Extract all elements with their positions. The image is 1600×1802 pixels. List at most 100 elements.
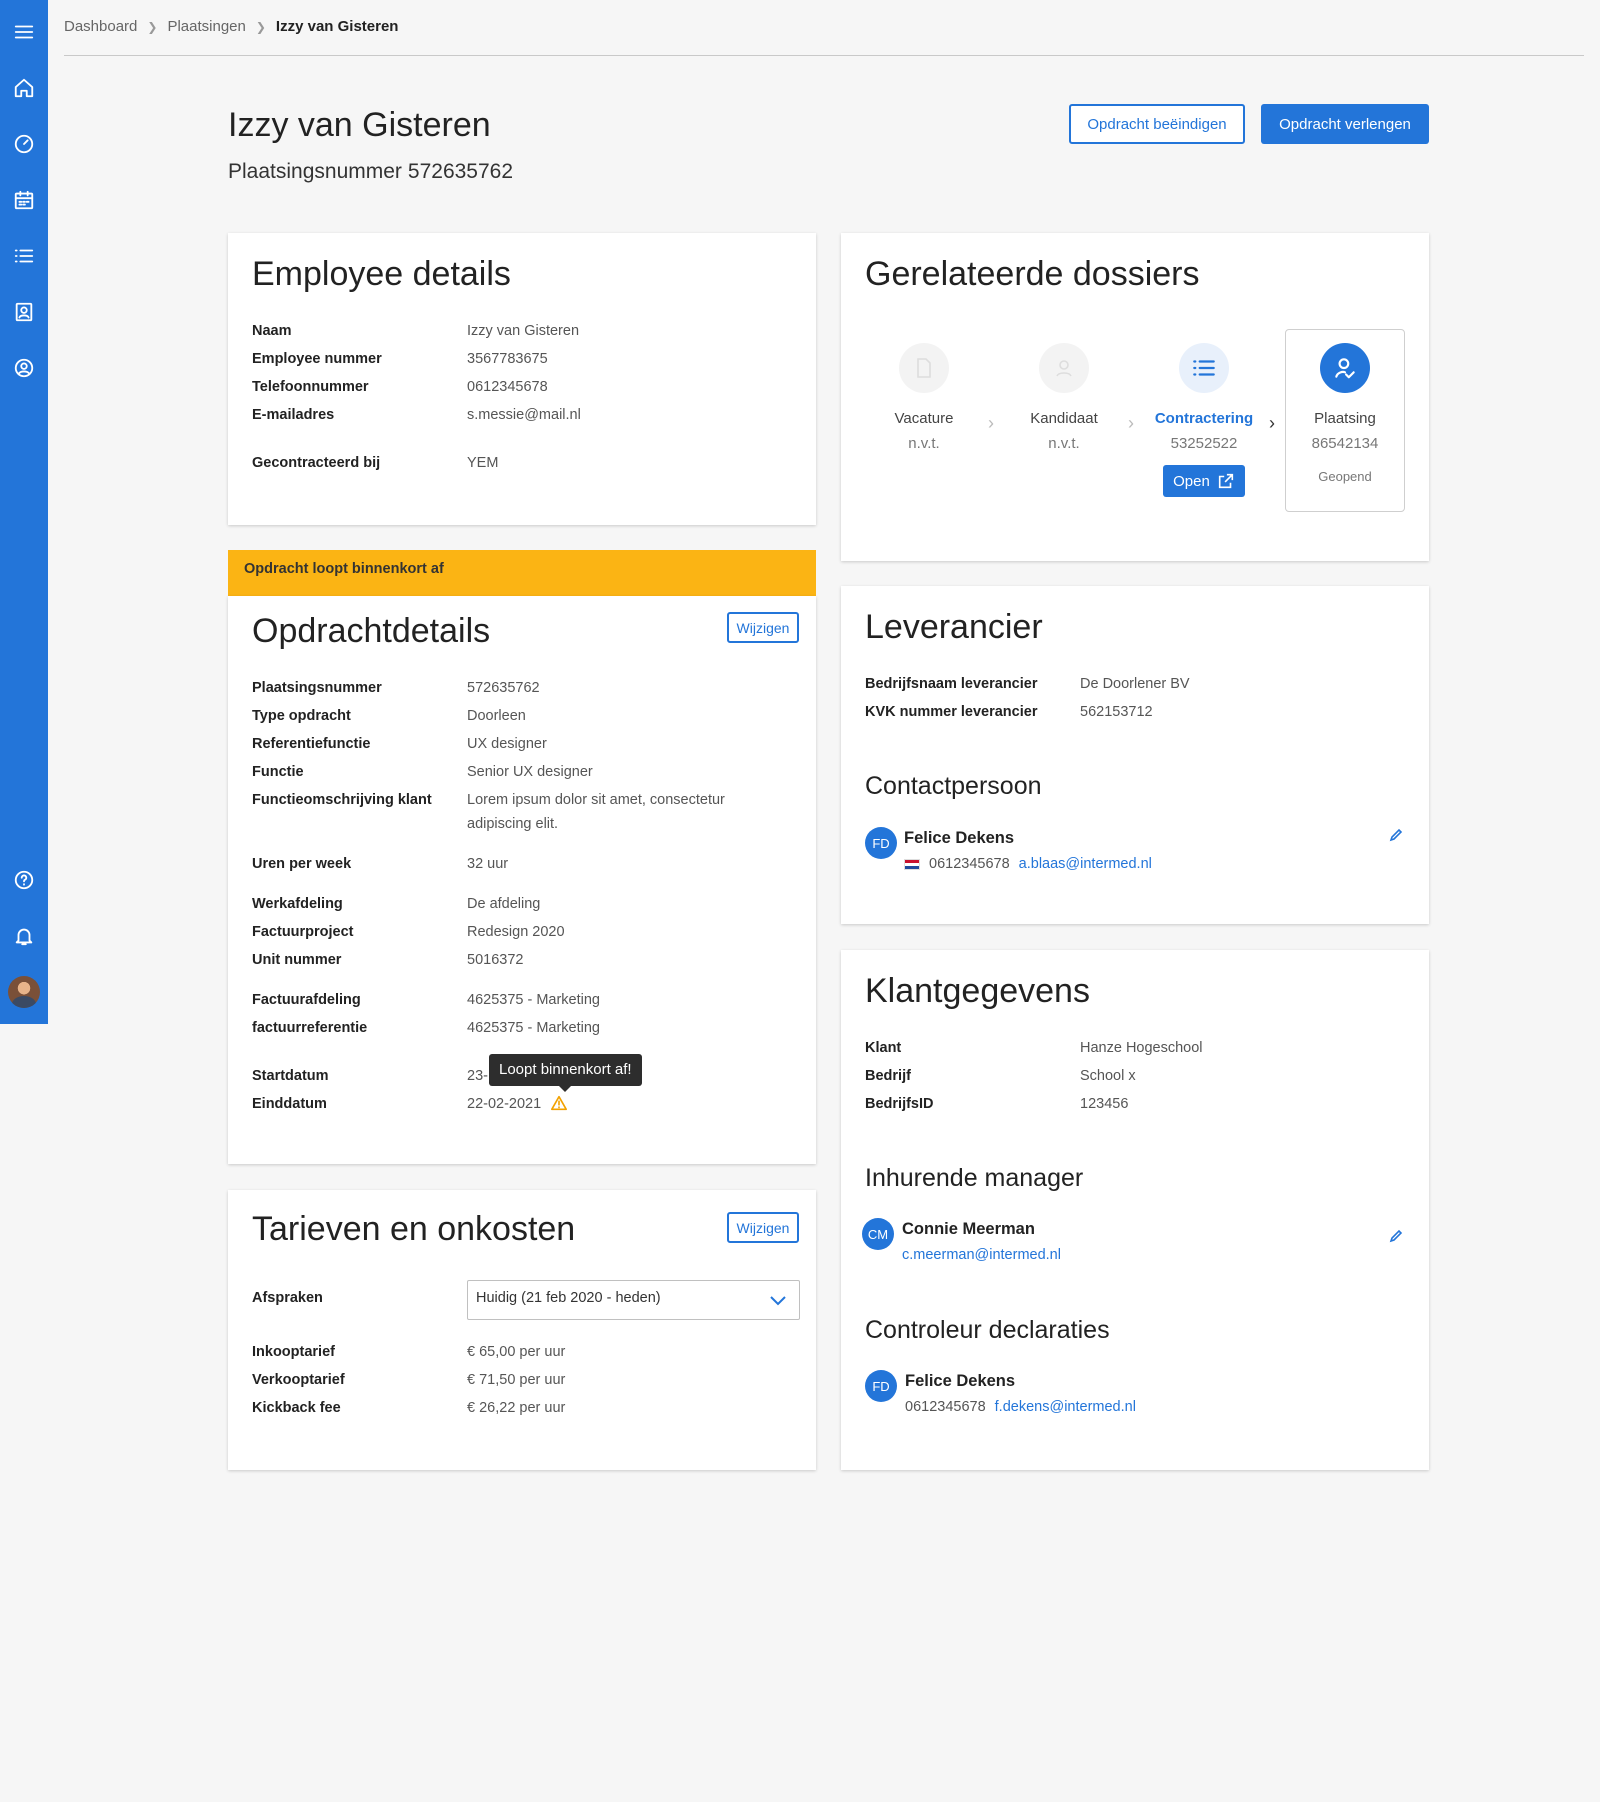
detail-row: Bedrijfsnaam leverancier De Doorlener BV — [865, 676, 1190, 692]
controller-name: Felice Dekens — [905, 1372, 1016, 1390]
supplier-name-link[interactable]: De Doorlener BV — [1080, 676, 1190, 692]
step-contractering[interactable]: Contractering 53252522 — [1134, 343, 1274, 452]
edit-rates-button[interactable]: Wijzigen — [727, 1212, 799, 1243]
end-assignment-button[interactable]: Opdracht beëindigen — [1069, 104, 1245, 144]
subtitle-value: 572635762 — [407, 160, 514, 183]
edit-pencil-icon[interactable] — [1388, 1228, 1404, 1244]
menu-icon[interactable] — [12, 20, 36, 44]
agreement-select[interactable]: Huidig (21 feb 2020 - heden) — [467, 1280, 800, 1320]
detail-label: Einddatum — [252, 1096, 327, 1112]
extend-assignment-button[interactable]: Opdracht verlengen — [1261, 104, 1429, 144]
detail-value: De afdeling — [467, 896, 541, 912]
rates-title: Tarieven en onkosten — [252, 1210, 576, 1248]
detail-row: Uren per week 32 uur — [252, 856, 508, 872]
detail-label: Bedrijfsnaam leverancier — [865, 676, 1038, 692]
detail-label: Plaatsingsnummer — [252, 680, 382, 696]
detail-row: BedrijfsID 123456 — [865, 1096, 1128, 1112]
agreement-select-value: Huidig (21 feb 2020 - heden) — [476, 1290, 661, 1306]
list-icon[interactable] — [12, 244, 36, 268]
bell-icon[interactable] — [12, 924, 36, 948]
detail-row: Telefoonnummer 0612345678 — [252, 379, 548, 395]
step-name: Plaatsing — [1314, 410, 1376, 427]
email-link[interactable]: s.messie@mail.nl — [467, 407, 581, 423]
help-icon[interactable] — [12, 868, 36, 892]
manager-name: Connie Meerman — [902, 1220, 1035, 1238]
detail-label: Inkooptarief — [252, 1344, 335, 1360]
detail-label: E-mailadres — [252, 407, 335, 423]
detail-label: Referentiefunctie — [252, 736, 371, 752]
manager-email-link[interactable]: c.meerman@intermed.nl — [902, 1247, 1061, 1263]
detail-label: factuurreferentie — [252, 1020, 368, 1036]
subtitle-label: Plaatsingsnummer — [228, 160, 402, 183]
detail-label: Employee nummer — [252, 351, 382, 367]
dashboard-icon[interactable] — [12, 132, 36, 156]
detail-row: Employee nummer 3567783675 — [252, 351, 548, 367]
detail-row: KVK nummer leverancier 562153712 — [865, 704, 1153, 720]
detail-value: 0612345678 — [467, 379, 548, 395]
employee-details-title: Employee details — [252, 255, 511, 293]
detail-label: Gecontracteerd bij — [252, 455, 381, 471]
detail-label: Unit nummer — [252, 952, 342, 968]
breadcrumb-dashboard[interactable]: Dashboard — [64, 18, 137, 35]
netherlands-flag-icon — [904, 858, 920, 870]
detail-value: Senior UX designer — [467, 764, 593, 780]
detail-row: Factuurafdeling 4625375 - Marketing — [252, 992, 600, 1008]
detail-row: Inkooptarief € 65,00 per uur — [252, 1344, 565, 1360]
contact-email-link[interactable]: a.blaas@intermed.nl — [1019, 856, 1152, 872]
detail-value: School x — [1080, 1068, 1136, 1084]
detail-value: 5016372 — [467, 952, 524, 968]
detail-row: Plaatsingsnummer 572635762 — [252, 680, 540, 696]
home-icon[interactable] — [12, 76, 36, 100]
chevron-right-icon: ❯ — [147, 19, 158, 34]
step-number: n.v.t. — [908, 435, 940, 452]
hiring-manager-title: Inhurende manager — [865, 1164, 1084, 1192]
detail-label: Bedrijf — [865, 1068, 911, 1084]
step-vacature: Vacature n.v.t. — [854, 343, 994, 452]
detail-value: 4625375 - Marketing — [467, 992, 600, 1008]
calendar-icon[interactable] — [12, 188, 36, 212]
contact-person-title: Contactpersoon — [865, 772, 1042, 800]
controller-details: 0612345678 f.dekens@intermed.nl — [905, 1399, 1136, 1415]
controller-email-link[interactable]: f.dekens@intermed.nl — [995, 1399, 1136, 1415]
step-name: Kandidaat — [1030, 410, 1098, 427]
detail-label: Startdatum — [252, 1068, 329, 1084]
detail-label: KVK nummer leverancier — [865, 704, 1038, 720]
detail-label: Verkooptarief — [252, 1372, 345, 1388]
breadcrumb-plaatsingen[interactable]: Plaatsingen — [167, 18, 245, 35]
avatar: CM — [862, 1218, 894, 1250]
open-button-label: Open — [1173, 472, 1210, 490]
detail-row: Werkafdeling De afdeling — [252, 896, 540, 912]
open-contract-button[interactable]: Open — [1163, 465, 1245, 497]
edit-pencil-icon[interactable] — [1388, 827, 1404, 843]
client-title: Klantgegevens — [865, 972, 1090, 1010]
agreement-label: Afspraken — [252, 1290, 323, 1306]
external-link-icon — [1218, 473, 1233, 489]
detail-label: Naam — [252, 323, 292, 339]
contact-details: 0612345678 a.blaas@intermed.nl — [904, 856, 1152, 872]
rates-card: Tarieven en onkosten Wijzigen Afspraken … — [228, 1190, 816, 1470]
detail-value: UX designer — [467, 736, 547, 752]
edit-assignment-button[interactable]: Wijzigen — [727, 612, 799, 643]
manager-details: c.meerman@intermed.nl — [902, 1247, 1061, 1263]
breadcrumb: Dashboard ❯ Plaatsingen ❯ Izzy van Giste… — [64, 18, 398, 35]
step-name[interactable]: Contractering — [1134, 410, 1274, 427]
sidebar — [0, 0, 48, 1024]
user-avatar[interactable] — [8, 976, 40, 1008]
detail-label: Uren per week — [252, 856, 352, 872]
detail-value: 4625375 - Marketing — [467, 1020, 600, 1036]
assignment-details-title: Opdrachtdetails — [252, 612, 491, 650]
detail-label: Factuurafdeling — [252, 992, 361, 1008]
detail-row: Einddatum 22-02-2021 — [252, 1096, 541, 1112]
detail-label: Functieomschrijving klant — [252, 792, 432, 808]
warning-icon[interactable] — [550, 1094, 568, 1112]
step-number: 86542134 — [1311, 435, 1379, 452]
header-divider — [64, 55, 1584, 56]
detail-value: 572635762 — [467, 680, 540, 696]
detail-row: Kickback fee € 26,22 per uur — [252, 1400, 565, 1416]
detail-row: Functieomschrijving klant Lorem ipsum do… — [252, 792, 725, 836]
contact-name: Felice Dekens — [904, 829, 1015, 847]
detail-value: YEM — [467, 455, 499, 471]
account-icon[interactable] — [12, 356, 36, 380]
detail-label: Werkafdeling — [252, 896, 343, 912]
contacts-icon[interactable] — [12, 300, 36, 324]
